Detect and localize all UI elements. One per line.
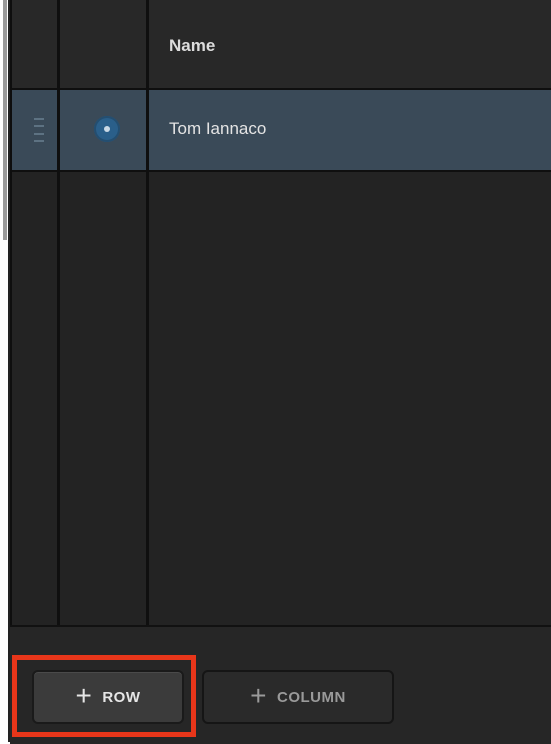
add-row-button[interactable]: + ROW xyxy=(32,670,184,724)
plus-icon: + xyxy=(250,679,268,711)
row-name-cell[interactable]: Tom Iannaco xyxy=(169,119,266,139)
add-column-button[interactable]: + COLUMN xyxy=(202,670,394,724)
table-row[interactable]: Tom Iannaco xyxy=(12,90,551,172)
window-edge xyxy=(0,0,7,742)
column-header-name[interactable]: Name xyxy=(169,36,215,56)
column-divider xyxy=(146,0,149,88)
table-empty-area xyxy=(12,172,551,625)
data-table: Name Tom Iannaco xyxy=(10,0,551,625)
radio-icon[interactable] xyxy=(94,116,120,142)
drag-handle-icon[interactable] xyxy=(34,118,44,142)
column-divider xyxy=(146,172,149,625)
frame: Name Tom Iannaco + ROW + COLUMN xyxy=(0,0,551,744)
scrollbar-thumb[interactable] xyxy=(3,0,7,240)
column-divider xyxy=(146,90,149,170)
column-divider xyxy=(57,172,60,625)
table-header-row: Name xyxy=(12,0,551,90)
add-row-label: ROW xyxy=(102,688,141,706)
column-divider xyxy=(57,0,60,88)
add-column-label: COLUMN xyxy=(277,688,346,706)
table-footer: + ROW + COLUMN xyxy=(10,625,551,744)
column-divider xyxy=(57,90,60,170)
plus-icon: + xyxy=(75,679,93,711)
